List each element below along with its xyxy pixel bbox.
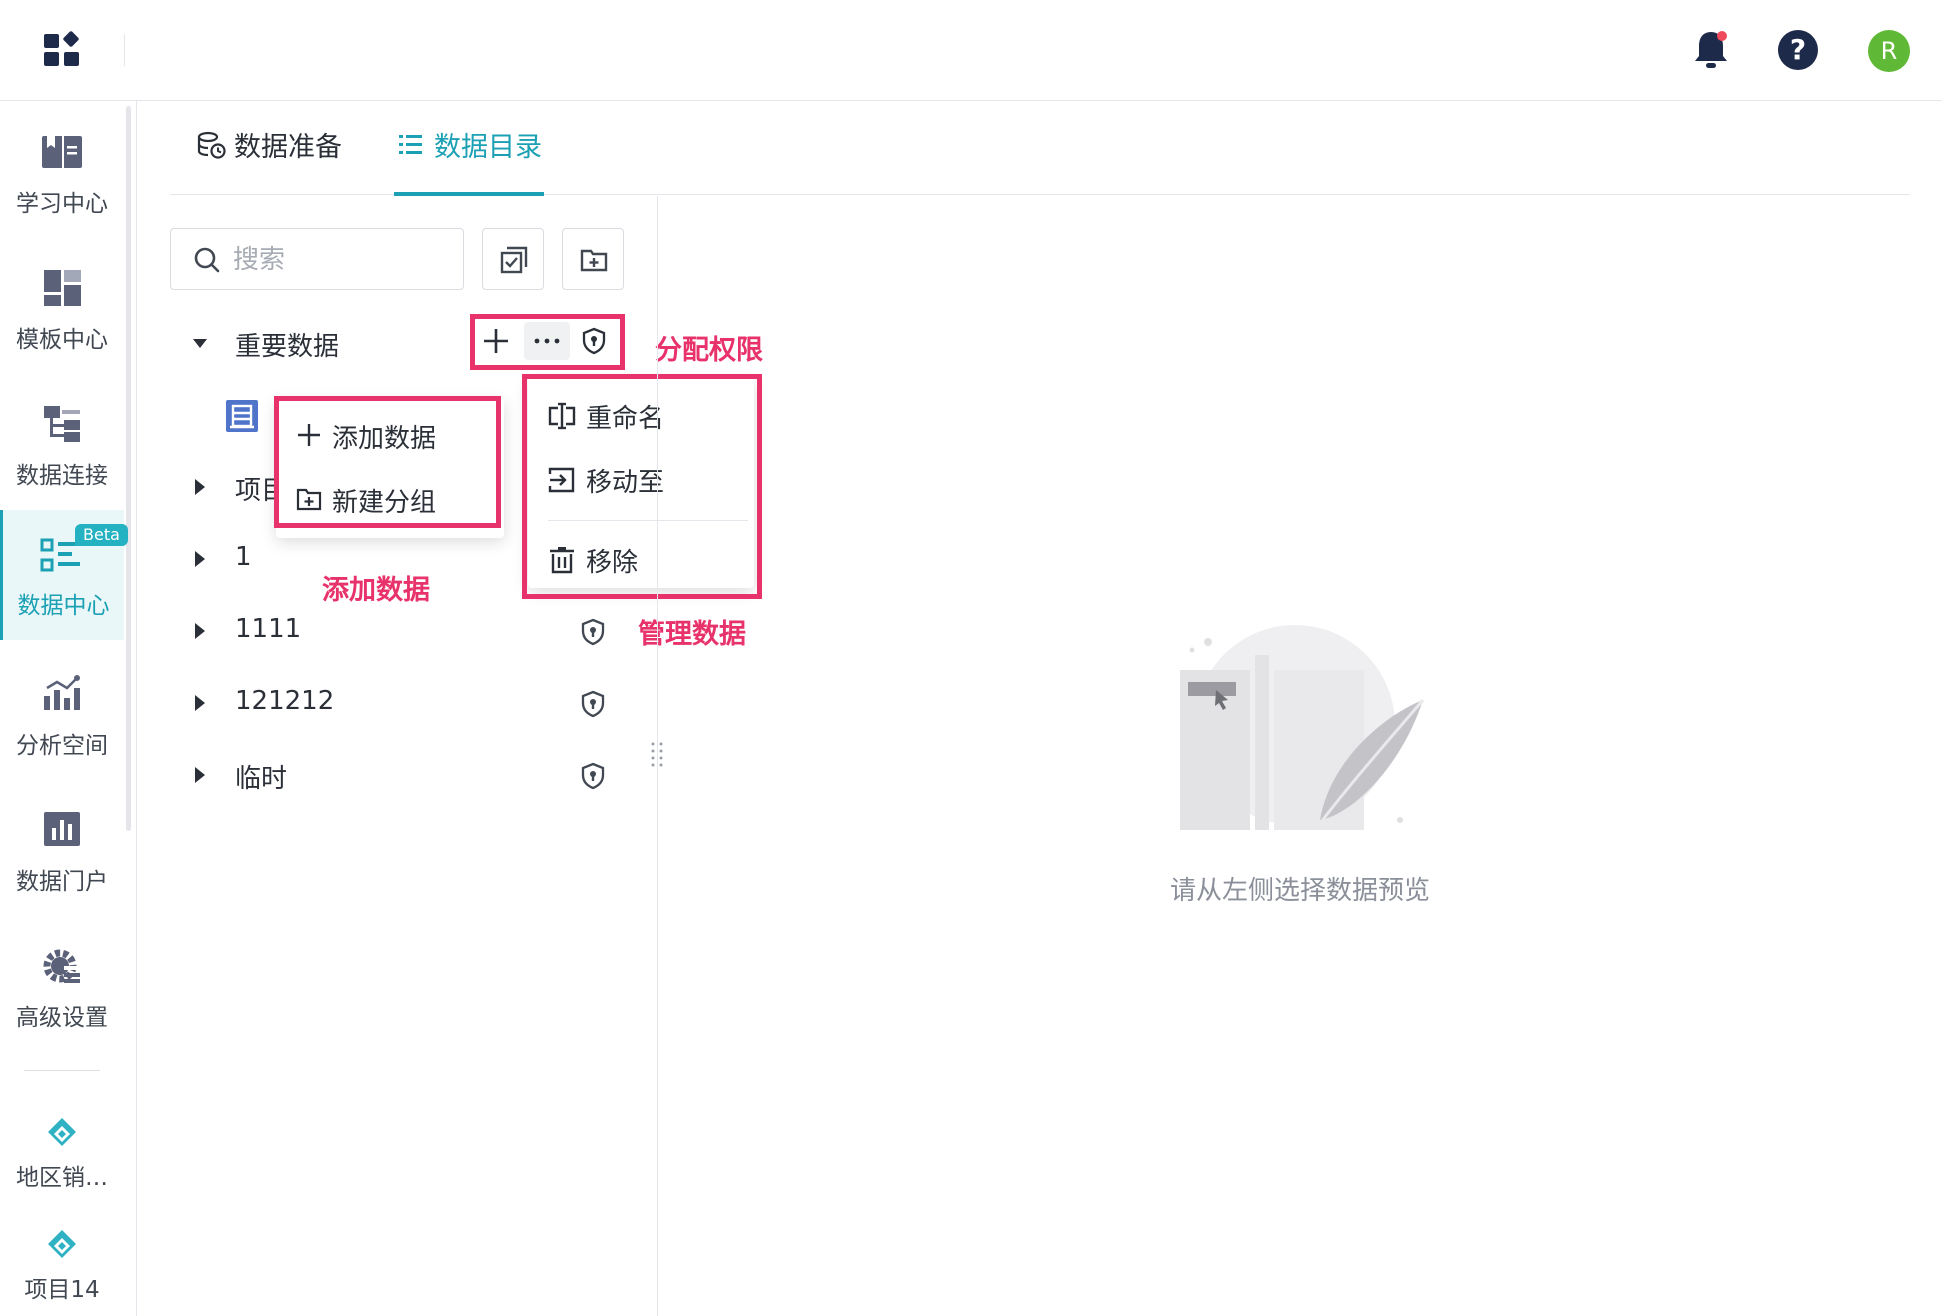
- tree-group-temporary[interactable]: 临时: [170, 748, 630, 804]
- sidebar-project-label: 地区销…: [16, 1165, 108, 1191]
- sidebar-item-learning-center[interactable]: 学习中心: [0, 108, 124, 238]
- template-icon: [44, 270, 81, 306]
- batch-select-button[interactable]: [482, 228, 544, 290]
- sidebar-item-data-connection[interactable]: 数据连接: [0, 380, 124, 510]
- permission-shield-icon[interactable]: [580, 690, 606, 718]
- sidebar-item-advanced-settings[interactable]: 高级设置: [0, 922, 124, 1052]
- tab-label: 数据准备: [234, 132, 342, 163]
- tab-data-catalog[interactable]: 数据目录: [394, 128, 544, 196]
- highlight-row-actions: [470, 314, 625, 370]
- permission-shield-icon[interactable]: [580, 618, 606, 646]
- tree-group-label: 临时: [235, 764, 288, 794]
- tree-group-label: 121212: [235, 686, 335, 716]
- gear-icon: [43, 949, 80, 983]
- sidebar-project-14[interactable]: 项目14: [0, 1198, 124, 1308]
- folder-plus-icon: [580, 249, 608, 272]
- caret-right-icon[interactable]: [192, 766, 208, 784]
- sidebar-item-label: 高级设置: [16, 1005, 108, 1031]
- annotation-add-data: 添加数据: [322, 575, 430, 606]
- sidebar-item-analysis-space[interactable]: 分析空间: [0, 650, 124, 780]
- drag-handle-icon[interactable]: [650, 740, 664, 770]
- sidebar-scrollbar[interactable]: [126, 106, 131, 831]
- tree-group-1111[interactable]: 1111: [170, 604, 630, 660]
- tab-data-prep[interactable]: 数据准备: [196, 128, 342, 192]
- sidebar-item-label: 数据连接: [16, 463, 108, 489]
- help-icon[interactable]: ?: [1778, 30, 1818, 70]
- annotation-assign-permission: 分配权限: [655, 335, 763, 366]
- top-bar: ? R: [0, 0, 1942, 101]
- sidebar-project-label: 项目14: [24, 1277, 100, 1303]
- project-icon: [48, 1118, 76, 1146]
- tab-bar: 数据准备 数据目录: [170, 118, 1910, 196]
- sidebar-divider: [24, 1070, 100, 1071]
- annotation-manage-data: 管理数据: [638, 619, 746, 650]
- search-box: [170, 228, 464, 290]
- highlight-more-menu: [522, 374, 762, 599]
- caret-right-icon[interactable]: [192, 694, 208, 712]
- analysis-icon: [44, 675, 80, 710]
- tree-group-label: 1111: [235, 614, 302, 644]
- portal-icon: [44, 812, 80, 846]
- tab-label: 数据目录: [434, 132, 542, 163]
- project-icon: [48, 1230, 76, 1258]
- sidebar-item-label: 模板中心: [16, 327, 108, 353]
- database-clock-icon: [197, 131, 226, 159]
- sidebar-item-template-center[interactable]: 模板中心: [0, 244, 124, 374]
- empty-state-illustration: [1170, 625, 1440, 850]
- caret-right-icon[interactable]: [192, 478, 208, 496]
- topbar-divider: [124, 34, 125, 66]
- sidebar-item-label: 数据门户: [16, 869, 108, 895]
- user-avatar[interactable]: R: [1868, 30, 1910, 72]
- sidebar-item-data-portal[interactable]: 数据门户: [0, 786, 124, 916]
- app-grid-icon[interactable]: [40, 30, 84, 70]
- sidebar-item-data-center[interactable]: Beta 数据中心: [0, 510, 128, 640]
- empty-state-text: 请从左侧选择数据预览: [1169, 876, 1430, 906]
- sidebar-project-regional-sales[interactable]: 地区销…: [0, 1086, 124, 1196]
- sidebar-item-label: 分析空间: [16, 733, 108, 759]
- connection-icon: [44, 406, 80, 442]
- table-data-icon[interactable]: [224, 398, 260, 434]
- new-folder-button[interactable]: [562, 228, 624, 290]
- book-icon: [42, 136, 82, 168]
- caret-right-icon[interactable]: [192, 550, 208, 568]
- sidebar-item-label: 数据中心: [17, 593, 110, 619]
- checkbox-multi-icon: [500, 246, 528, 274]
- notification-bell-icon[interactable]: [1690, 28, 1732, 72]
- permission-shield-icon[interactable]: [580, 762, 606, 790]
- sidebar-item-label: 学习中心: [16, 191, 108, 217]
- tree-group-label: 重要数据: [235, 332, 340, 362]
- caret-down-icon[interactable]: [192, 334, 208, 352]
- search-input[interactable]: [231, 239, 455, 281]
- search-icon: [194, 247, 220, 273]
- beta-badge: Beta: [75, 524, 128, 546]
- tree-group-label: 1: [235, 542, 252, 572]
- tree-group-121212[interactable]: 121212: [170, 676, 630, 732]
- caret-right-icon[interactable]: [192, 622, 208, 640]
- list-icon: [399, 135, 422, 154]
- highlight-add-menu: [274, 396, 501, 528]
